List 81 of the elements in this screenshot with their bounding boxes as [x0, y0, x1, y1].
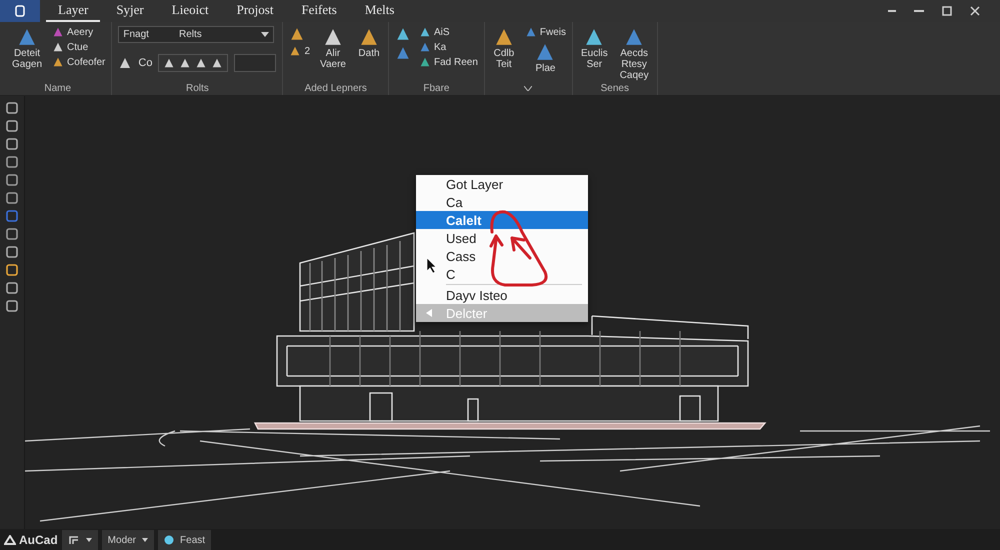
- ribbon-button[interactable]: Cdlb Teit: [490, 26, 517, 70]
- ribbon-button[interactable]: Ka: [418, 41, 478, 53]
- status-tab[interactable]: Feast: [158, 530, 212, 550]
- tool-icon: [52, 56, 64, 68]
- tool-icon: [394, 45, 411, 61]
- ribbon-button[interactable]: Deteit Gagen: [10, 26, 44, 70]
- tool-icon: [179, 57, 192, 69]
- tool-icon: [195, 57, 208, 69]
- tool-label: Co: [138, 57, 152, 69]
- ribbon-button[interactable]: Euclis Ser: [579, 26, 610, 70]
- ribbon-button[interactable]: 2: [289, 45, 310, 57]
- tool-icon[interactable]: [6, 228, 18, 240]
- group-label: Rolts: [186, 82, 209, 94]
- menu-item[interactable]: Ca: [416, 193, 588, 211]
- maximize-icon[interactable]: [942, 6, 952, 16]
- logo-icon: [4, 535, 16, 545]
- tool-icon[interactable]: [6, 264, 18, 276]
- group-label: Fbare: [423, 82, 450, 94]
- ribbon-button[interactable]: Aecds Rtesy Caqey: [618, 26, 651, 81]
- menu-item[interactable]: Cass: [416, 247, 588, 265]
- group-label: Name: [44, 82, 72, 94]
- close-icon[interactable]: [970, 6, 980, 16]
- caret-icon: [261, 32, 270, 37]
- menu-item[interactable]: Calelt: [416, 211, 588, 229]
- pointer-icon: [426, 257, 437, 274]
- tool-icon: [418, 56, 431, 68]
- expand-icon[interactable]: [524, 86, 532, 90]
- menu-item[interactable]: Got Layer: [416, 175, 588, 193]
- ribbon-tab[interactable]: Lieoict: [160, 0, 221, 22]
- tool-button[interactable]: [394, 45, 411, 61]
- group-label: Senes: [600, 82, 629, 94]
- tool-icon[interactable]: [6, 246, 18, 258]
- tool-icon: [418, 41, 431, 53]
- tool-icon[interactable]: [6, 102, 18, 114]
- ribbon-tab[interactable]: Melts: [352, 0, 406, 22]
- ribbon-button[interactable]: Alir Vaere: [318, 26, 348, 70]
- tool-icon[interactable]: [6, 120, 18, 132]
- menu-item[interactable]: Dayv Isteo: [416, 286, 588, 304]
- model-button[interactable]: [62, 530, 98, 550]
- tool-icon[interactable]: [6, 210, 18, 222]
- tool-icon[interactable]: [6, 156, 18, 168]
- ribbon-button[interactable]: Fweis: [524, 26, 566, 38]
- tool-icon[interactable]: [6, 138, 18, 150]
- tool-icon: [118, 56, 132, 70]
- tool-icon: [211, 57, 224, 69]
- tool-icon[interactable]: [6, 300, 18, 312]
- caret-icon: [142, 538, 148, 542]
- tool-icon: [289, 45, 302, 57]
- ribbon-button[interactable]: AiS: [418, 26, 478, 38]
- ribbon-button[interactable]: Fad Reen: [418, 56, 478, 68]
- grid-icon: [68, 534, 80, 546]
- tool-icon: [524, 26, 537, 38]
- tool-icon: [289, 26, 306, 42]
- tool-strip[interactable]: [158, 54, 228, 72]
- tool-button[interactable]: [394, 26, 411, 42]
- tool-icon: [52, 41, 64, 53]
- style-dropdown[interactable]: Fnagt Relts: [118, 26, 274, 43]
- tool-icon[interactable]: [6, 174, 18, 186]
- ribbon-tab[interactable]: Projost: [224, 0, 286, 22]
- tool-icon: [394, 26, 411, 42]
- ribbon-button[interactable]: Ctue: [52, 41, 106, 53]
- caret-icon: [86, 538, 92, 542]
- menu-item[interactable]: C: [416, 265, 588, 283]
- tool-icon[interactable]: [6, 282, 18, 294]
- ribbon-tab[interactable]: Feifets: [289, 0, 349, 22]
- tool-icon[interactable]: [6, 192, 18, 204]
- triangle-icon: [426, 309, 432, 317]
- ribbon-button[interactable]: Cofeofer: [52, 56, 106, 68]
- tool-icon: [418, 26, 431, 38]
- ribbon-button[interactable]: Plae: [524, 41, 566, 74]
- layout-dropdown[interactable]: Moder: [102, 530, 154, 550]
- group-label: Aded Lepners: [304, 82, 367, 94]
- tool-icon: [52, 26, 64, 38]
- ribbon-button[interactable]: Aeery: [52, 26, 106, 38]
- ribbon-tab[interactable]: Syjer: [104, 0, 156, 22]
- ribbon-button[interactable]: Dath: [356, 26, 382, 59]
- menu-item[interactable]: Used: [416, 229, 588, 247]
- tool-icon: [163, 57, 176, 69]
- app-icon[interactable]: [0, 0, 40, 22]
- circle-icon: [164, 535, 174, 545]
- app-name: AuCad: [19, 533, 58, 547]
